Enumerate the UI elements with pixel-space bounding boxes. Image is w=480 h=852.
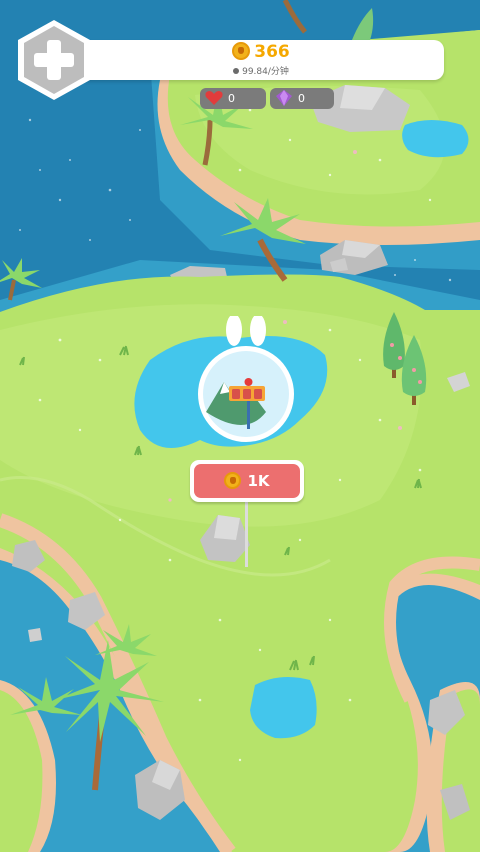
currency-bar: 366 99.84/分钟: [78, 40, 444, 80]
sign-pole: [245, 501, 248, 567]
income-rate: 99.84/分钟: [78, 64, 444, 77]
build-cost-button[interactable]: 1K: [190, 460, 304, 502]
hearts-counter: 0: [200, 88, 266, 109]
income-rate-text: 99.84/分钟: [242, 67, 289, 77]
add-button[interactable]: [16, 18, 92, 102]
build-cost-value: 1K: [247, 472, 270, 490]
coin-icon: [224, 472, 242, 489]
rate-icon: [233, 68, 240, 74]
gem-icon: [276, 90, 292, 106]
coin-amount: 366: [254, 42, 290, 62]
gems-value: 0: [298, 92, 305, 105]
hud: 366 99.84/分钟 0 0: [0, 0, 480, 130]
hearts-value: 0: [228, 92, 235, 105]
bunny-dome-icon[interactable]: [196, 316, 296, 444]
heart-icon: [205, 91, 223, 105]
gems-counter: 0: [270, 88, 334, 109]
coin-counter: 366: [78, 42, 444, 62]
coin-icon: [232, 42, 251, 60]
build-cost-label: 1K: [194, 464, 300, 498]
